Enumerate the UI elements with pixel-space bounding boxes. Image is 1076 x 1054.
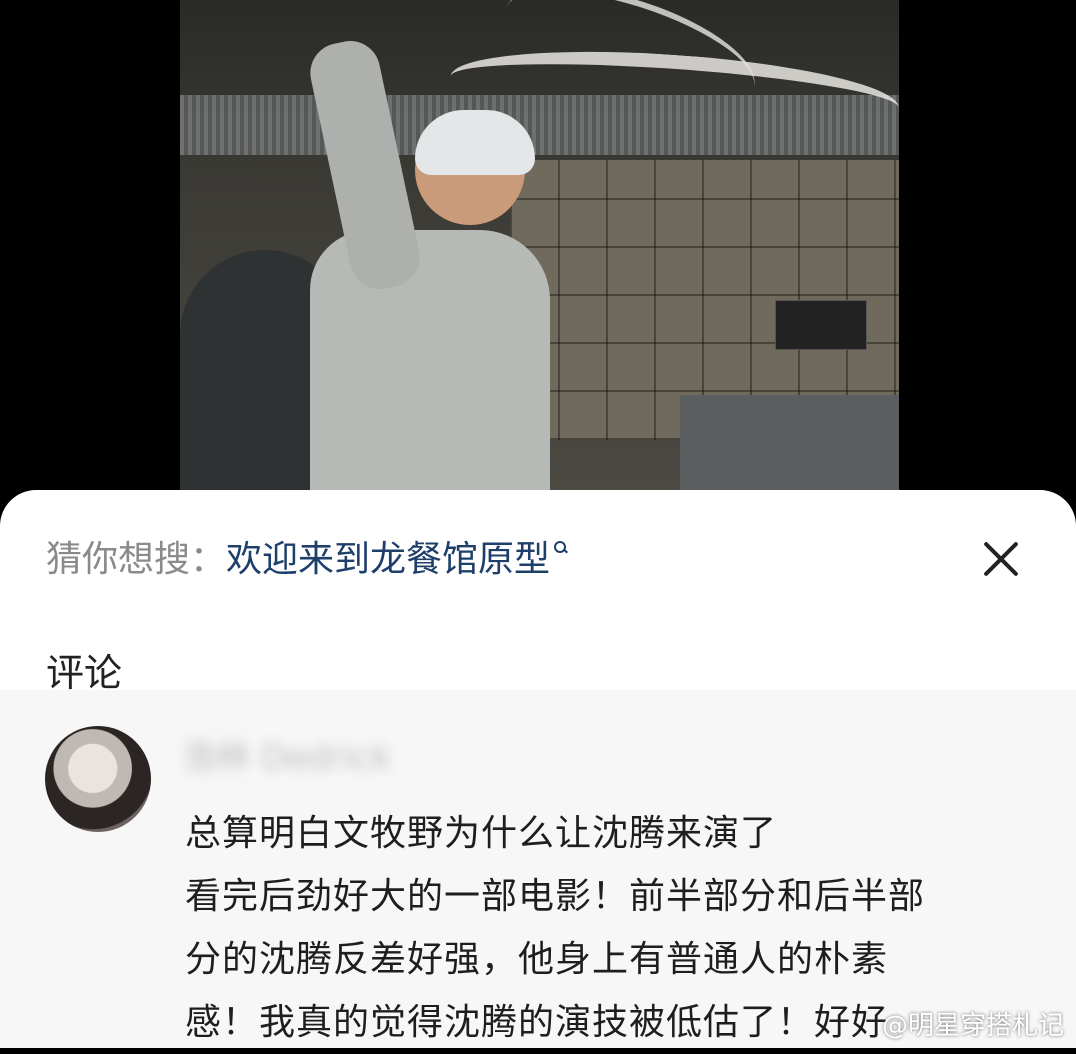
comment-username[interactable]: 浩林 Dedrick [182, 730, 472, 780]
comments-sheet: 猜你想搜：欢迎来到龙餐馆原型 评论 浩林 Dedrick 总算明白文牧野为什么让… [0, 490, 1076, 1048]
comments-title: 评论 [46, 651, 123, 695]
steel-counter [680, 395, 899, 500]
search-suggestion[interactable]: 猜你想搜：欢迎来到龙餐馆原型 [46, 539, 567, 580]
wall-sign [775, 300, 867, 350]
chef-body [310, 230, 550, 500]
comment-item: 浩林 Dedrick 总算明白文牧野为什么让沈腾来演了 看完后劲好大的一部电影！… [0, 690, 1076, 1048]
video-still[interactable] [180, 0, 899, 500]
close-icon[interactable] [976, 534, 1026, 584]
avatar[interactable] [45, 726, 151, 832]
comment-line: 分的沈腾反差好强，他身上有普通人的朴素 [185, 939, 889, 980]
suggestion-prefix: 猜你想搜： [46, 539, 227, 580]
suggestion-query[interactable]: 欢迎来到龙餐馆原型 [226, 539, 550, 580]
search-icon[interactable] [554, 541, 567, 553]
watermark: @明星穿搭札记 [881, 1011, 1064, 1041]
comment-line: 看完后劲好大的一部电影！前半部分和后半部 [185, 876, 926, 917]
comment-line: 总算明白文牧野为什么让沈腾来演了 [185, 813, 778, 854]
